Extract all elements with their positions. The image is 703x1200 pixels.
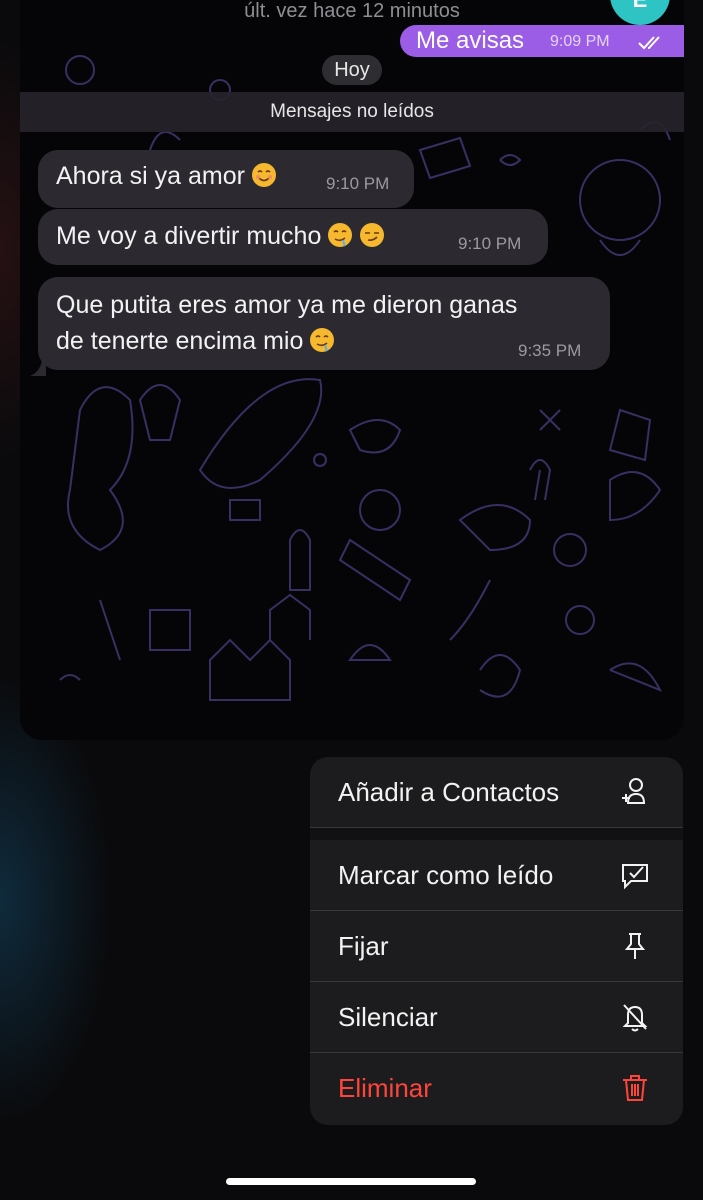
incoming-message[interactable]: Que putita eres amor ya me dieron ganas … [30,277,610,376]
last-seen-status: últ. vez hace 12 minutos [244,0,460,22]
message-text: Me voy a divertir mucho [56,222,385,251]
menu-separator [310,828,683,840]
message-text-content: Me voy a divertir mucho [56,222,322,250]
message-time: 9:09 PM [550,33,610,50]
message-time: 9:10 PM [458,234,522,253]
message-text-content: de tenerte encima mio [56,327,304,355]
date-divider: Hoy [322,55,382,85]
menu-item-mark-read[interactable]: Marcar como leído [310,840,683,911]
menu-item-pin[interactable]: Fijar [310,911,683,982]
drooling-face-icon [310,328,335,352]
pin-icon [624,933,646,959]
incoming-message[interactable]: Me voy a divertir mucho 9:10 PM [38,209,548,265]
outgoing-message[interactable]: Me avisas 9:09 PM [400,25,684,57]
double-check-icon [638,36,660,50]
unread-divider: Mensajes no leídos [20,92,684,132]
smiling-face-icon [251,163,276,187]
incoming-message[interactable]: Ahora si ya amor 9:10 PM [38,150,414,208]
message-text-content: Ahora si ya amor [56,162,245,190]
message-text: Ahora si ya amor [56,162,277,191]
message-time: 9:35 PM [518,341,582,360]
message-time: 9:10 PM [326,174,390,193]
home-indicator[interactable] [226,1178,476,1185]
trash-icon [623,1075,647,1101]
menu-item-delete[interactable]: Eliminar [310,1053,683,1124]
context-menu: Añadir a Contactos Marcar como leído Fij… [310,757,683,1125]
message-text-line-2: de tenerte encima mio [56,327,335,356]
mark-read-icon [622,864,648,890]
menu-item-label: Añadir a Contactos [338,777,560,807]
menu-item-label: Marcar como leído [338,860,554,890]
message-text-line-1: Que putita eres amor ya me dieron ganas [56,291,518,319]
menu-item-label: Fijar [338,931,389,961]
menu-item-add-contact[interactable]: Añadir a Contactos [310,757,683,828]
add-contact-icon [622,778,646,804]
drooling-face-icon [328,223,353,247]
mute-bell-icon [622,1004,648,1032]
message-text: Me avisas [416,27,525,54]
menu-item-label: Silenciar [338,1002,438,1032]
smirking-face-icon [360,223,385,247]
chat-preview: últ. vez hace 12 minutos E Me avisas 9:0… [20,0,684,740]
bubble-tail [30,354,46,376]
menu-item-label: Eliminar [338,1073,432,1103]
menu-item-mute[interactable]: Silenciar [310,982,683,1053]
